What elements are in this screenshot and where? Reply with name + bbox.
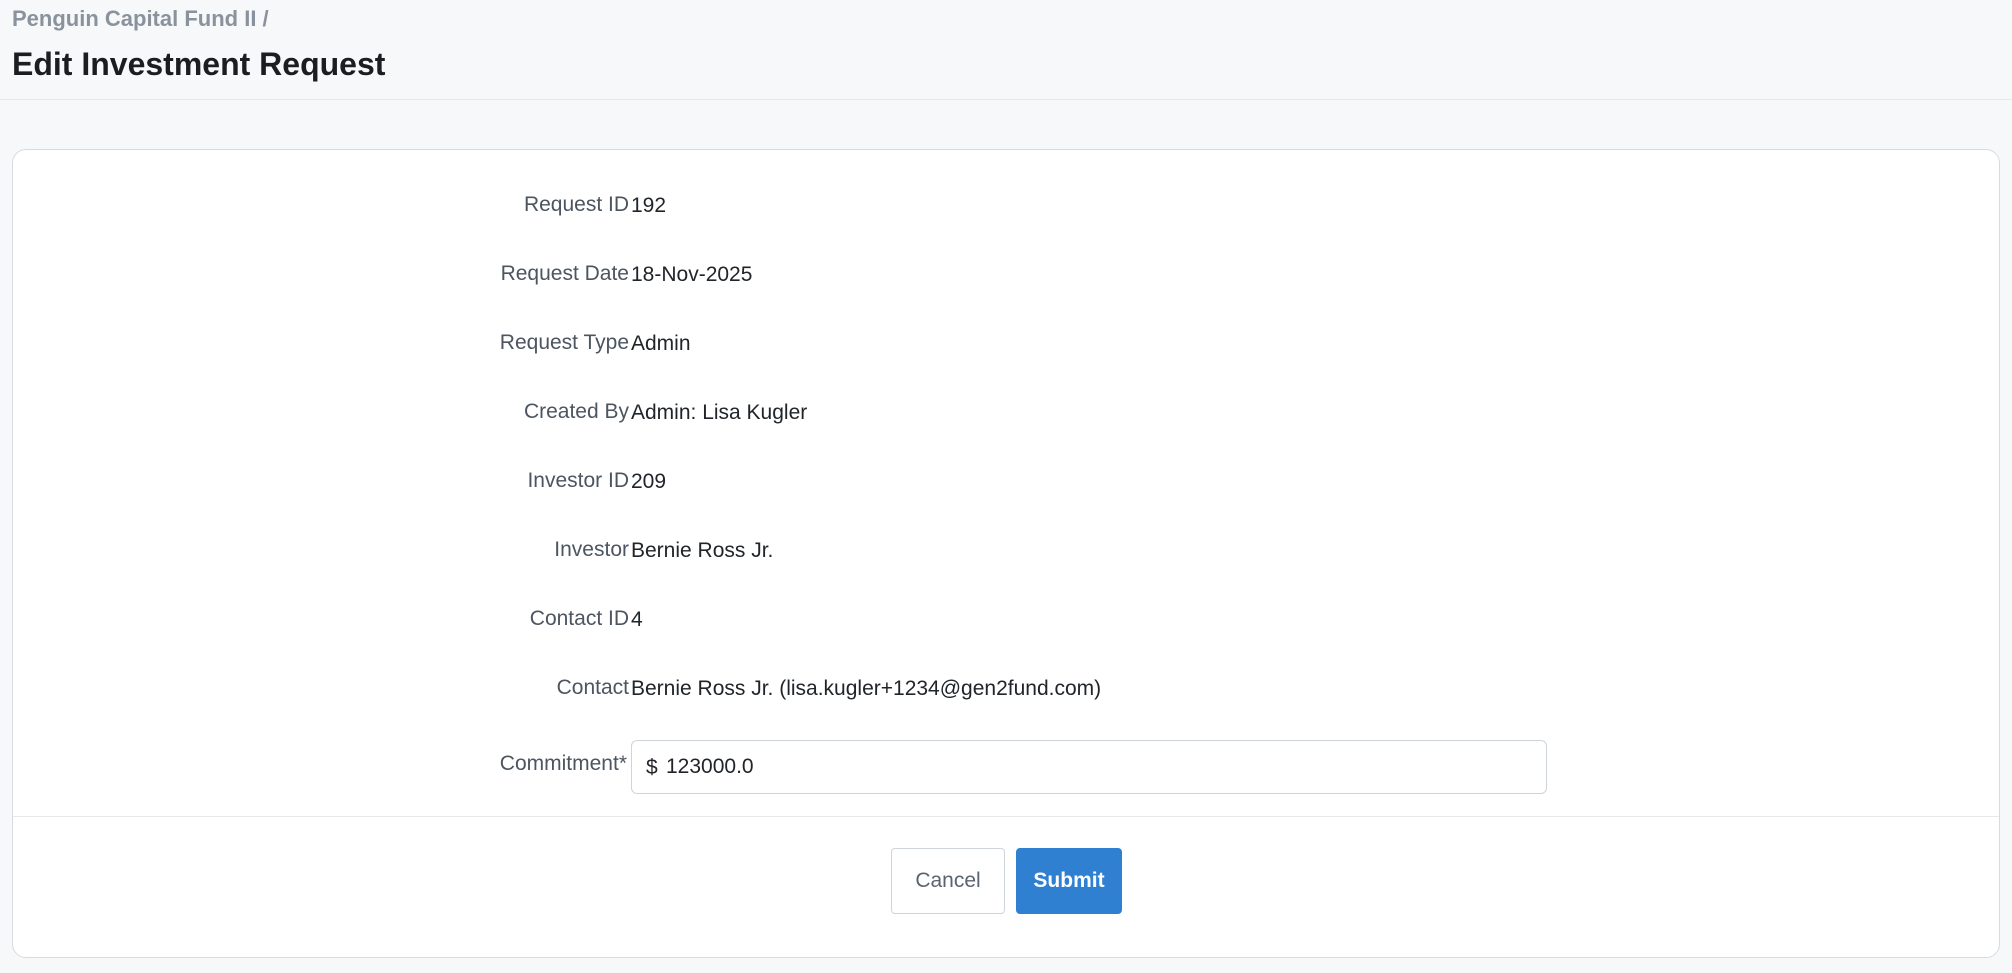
field-row-request-id: Request ID 192 <box>13 185 1999 225</box>
field-value: Admin <box>631 332 691 355</box>
field-row-contact: Contact Bernie Ross Jr. (lisa.kugler+123… <box>13 668 1999 708</box>
field-value: 4 <box>631 608 643 631</box>
field-row-request-type: Request Type Admin <box>13 323 1999 363</box>
field-row-investor: Investor Bernie Ross Jr. <box>13 530 1999 570</box>
breadcrumb[interactable]: Penguin Capital Fund II / <box>12 6 269 32</box>
commitment-input-group: $ <box>631 740 1547 794</box>
field-label: Investor <box>554 538 629 561</box>
field-row-created-by: Created By Admin: Lisa Kugler <box>13 392 1999 432</box>
field-value: Bernie Ross Jr. <box>631 539 774 562</box>
field-label: Contact <box>556 676 629 699</box>
field-label: Request Type <box>499 331 629 354</box>
commitment-input[interactable] <box>666 742 1526 792</box>
field-value: Bernie Ross Jr. (lisa.kugler+1234@gen2fu… <box>631 677 1102 700</box>
field-label: Request Date <box>500 262 629 285</box>
field-row-request-date: Request Date 18-Nov-2025 <box>13 254 1999 294</box>
field-value: 18-Nov-2025 <box>631 263 753 286</box>
field-label: Investor ID <box>527 469 629 492</box>
cancel-button[interactable]: Cancel <box>891 848 1005 914</box>
field-label: Request ID <box>523 193 629 216</box>
page-header: Penguin Capital Fund II / Edit Investmen… <box>0 0 2012 100</box>
page-title: Edit Investment Request <box>12 46 386 82</box>
field-value: 192 <box>631 194 667 217</box>
field-row-investor-id: Investor ID 209 <box>13 461 1999 501</box>
submit-button[interactable]: Submit <box>1016 848 1122 914</box>
field-label: Created By <box>523 400 629 423</box>
field-value: Admin: Lisa Kugler <box>631 401 808 424</box>
currency-prefix: $ <box>646 756 658 779</box>
field-label: Contact ID <box>529 607 629 630</box>
field-row-contact-id: Contact ID 4 <box>13 599 1999 639</box>
commitment-label: Commitment* <box>499 752 627 775</box>
field-value: 209 <box>631 470 667 493</box>
footer-divider <box>13 816 1999 817</box>
edit-request-form-card: Request ID 192 Request Date 18-Nov-2025 … <box>12 149 2000 958</box>
